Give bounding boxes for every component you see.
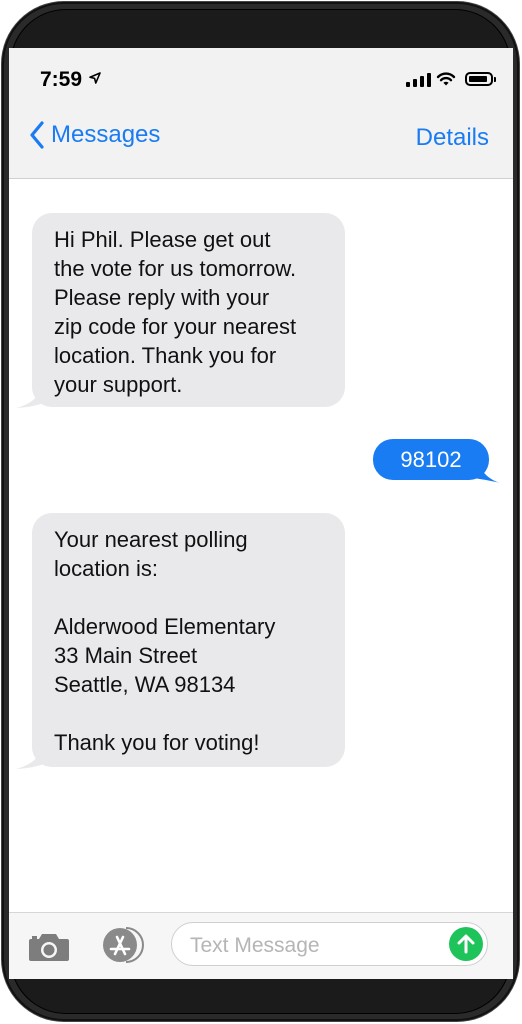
wifi-icon	[436, 72, 456, 86]
back-label: Messages	[51, 121, 161, 148]
battery-icon	[465, 72, 496, 86]
message-input[interactable]: Text Message	[171, 922, 488, 966]
message-bubble-incoming: Your nearest polling location is: Alderw…	[32, 513, 345, 767]
location-arrow-icon	[89, 72, 101, 84]
details-button[interactable]: Details	[416, 124, 489, 152]
status-time: 7:59	[40, 68, 83, 91]
message-input-placeholder: Text Message	[190, 934, 320, 957]
signal-icon	[406, 73, 431, 87]
send-arrow-icon	[457, 934, 475, 954]
message-bubble-incoming: Hi Phil. Please get out the vote for us …	[32, 213, 345, 407]
app-store-icon[interactable]	[98, 925, 148, 965]
message-input-bar: Text Message	[9, 912, 513, 979]
header: 7:59 Messages Details	[9, 48, 513, 179]
camera-icon[interactable]	[27, 931, 71, 963]
screen: 7:59 Messages Details Hi Phil. Please ge…	[9, 48, 513, 979]
message-bubble-outgoing: 98102	[373, 439, 489, 480]
back-button[interactable]: Messages	[29, 121, 160, 149]
send-button[interactable]	[449, 927, 483, 961]
chevron-left-icon	[30, 121, 44, 149]
